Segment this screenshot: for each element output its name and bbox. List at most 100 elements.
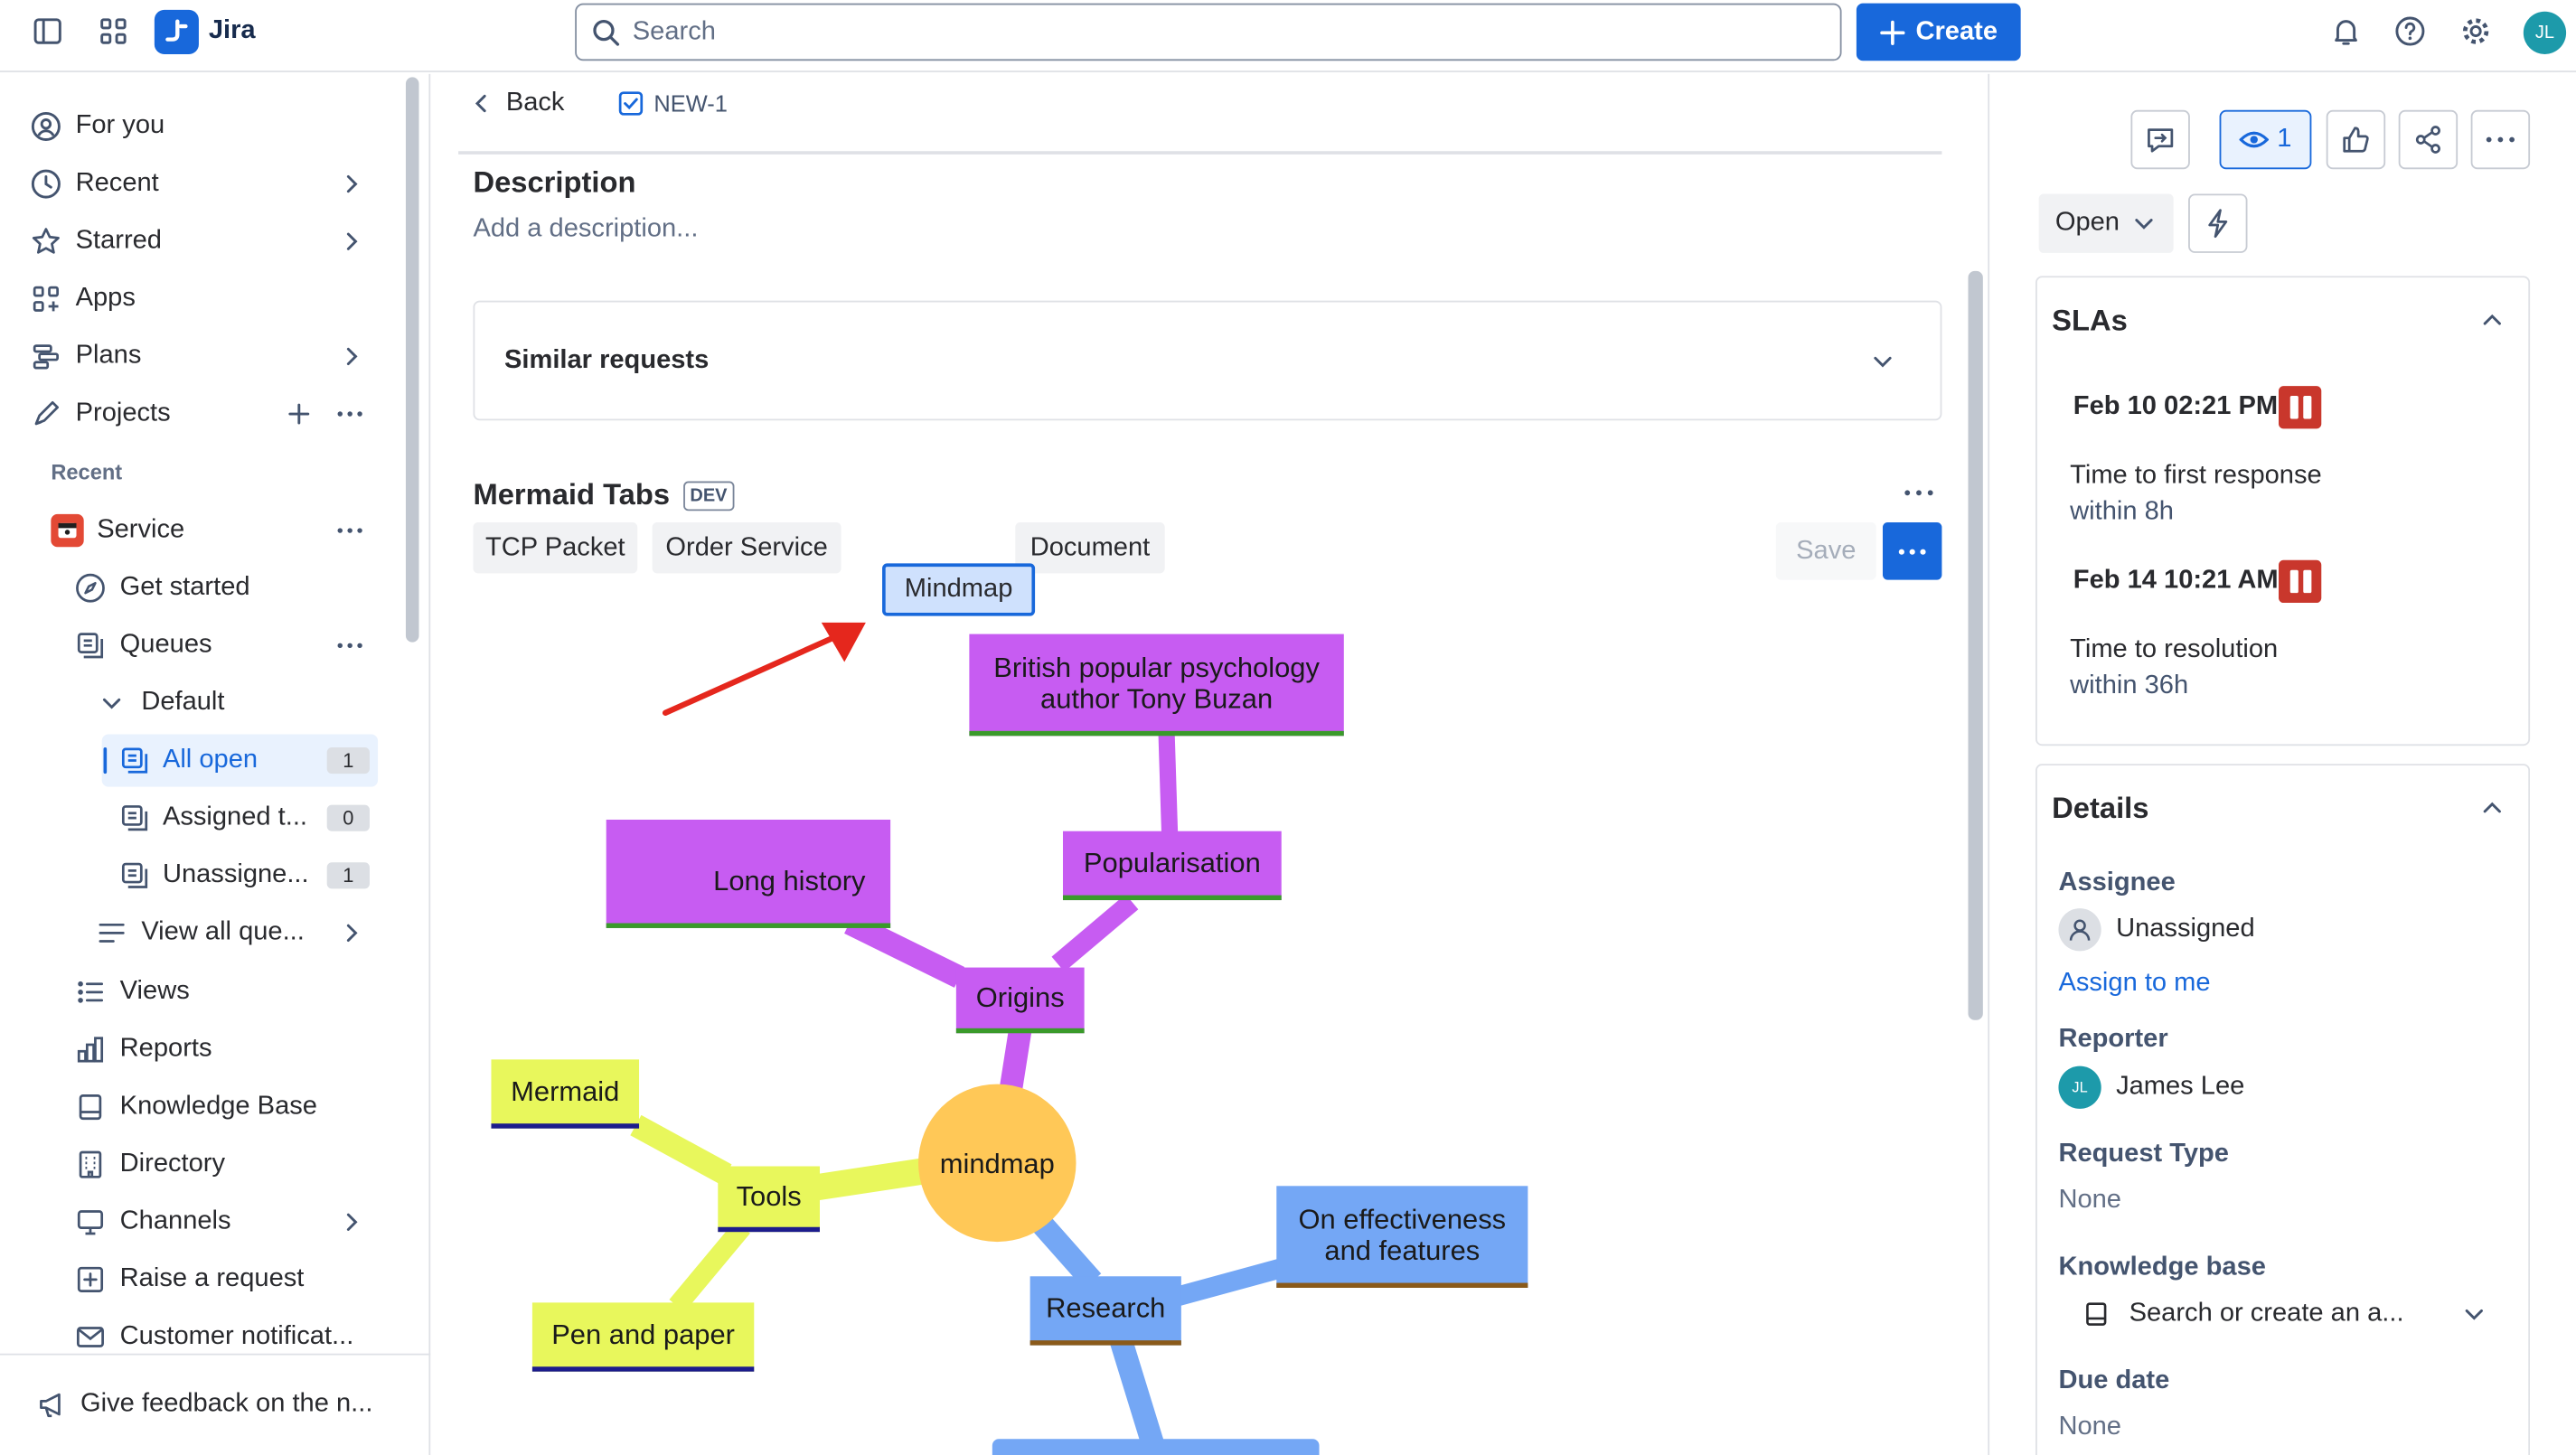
sidebar-item-get-started[interactable]: Get started (0, 562, 394, 615)
user-circle-icon (30, 110, 62, 143)
chevron-right-icon[interactable] (340, 1211, 362, 1234)
tab-tcp-packet[interactable]: TCP Packet (473, 521, 638, 574)
more-options-icon[interactable] (1903, 482, 1935, 504)
assign-to-me-link[interactable]: Assign to me (2058, 969, 2210, 999)
sidebar-item-label: Knowledge Base (119, 1092, 317, 1121)
chevron-up-icon[interactable] (2481, 797, 2504, 820)
back-button[interactable]: Back (470, 89, 564, 118)
settings-gear-icon[interactable] (2453, 8, 2499, 54)
due-date-label: Due date (2058, 1366, 2170, 1395)
top-navigation-bar: Jira Search Create JL (0, 0, 2576, 72)
queue-icon (74, 629, 107, 662)
mindmap-root-node: mindmap (918, 1084, 1076, 1243)
chevron-right-icon[interactable] (340, 230, 362, 252)
search-placeholder: Search (632, 17, 716, 46)
search-icon (593, 19, 620, 46)
vote-button[interactable] (2326, 109, 2386, 170)
chevron-right-icon[interactable] (340, 345, 362, 368)
tab-document[interactable]: Document (1015, 521, 1165, 574)
more-options-icon (2486, 136, 2515, 143)
projects-rocket-icon (30, 398, 62, 430)
details-panel: Details Assignee Unassigned Assign to me… (2035, 764, 2531, 1455)
sidebar-scrollbar[interactable] (405, 77, 419, 643)
automation-button[interactable] (2188, 193, 2248, 253)
compass-icon (74, 572, 107, 605)
sidebar-item-view-all-queues[interactable]: View all que... (0, 906, 394, 959)
sidebar-item-service[interactable]: Service (0, 504, 394, 557)
assignee-value[interactable]: Unassigned (2116, 915, 2255, 944)
sidebar-item-label: Queues (119, 630, 212, 659)
queue-count-badge: 1 (326, 747, 370, 774)
main-scrollbar[interactable] (1968, 270, 1983, 1020)
sidebar-item-recent[interactable]: Recent (0, 157, 394, 210)
sidebar-item-knowledge-base[interactable]: Knowledge Base (0, 1081, 394, 1133)
search-input[interactable]: Search (575, 3, 1842, 61)
tab-order-service[interactable]: Order Service (652, 521, 841, 574)
sidebar-item-default[interactable]: Default (0, 677, 394, 729)
sidebar-item-assigned[interactable]: Assigned t... 0 (0, 792, 394, 844)
feedback-comment-button[interactable] (2130, 109, 2190, 170)
status-value: Open (2054, 208, 2120, 237)
reporter-value[interactable]: James Lee (2116, 1073, 2244, 1103)
sidebar-item-reports[interactable]: Reports (0, 1023, 394, 1075)
chevron-up-icon[interactable] (2481, 309, 2504, 332)
share-button[interactable] (2398, 109, 2458, 170)
issue-key: NEW-1 (653, 89, 728, 117)
notifications-bell-icon[interactable] (2323, 8, 2369, 54)
sidebar-item-customer-notifications[interactable]: Customer notificat... (0, 1310, 394, 1363)
app-switcher-icon[interactable] (90, 8, 136, 54)
sidebar-item-label: Apps (75, 284, 136, 313)
help-icon[interactable] (2387, 8, 2433, 54)
more-actions-button[interactable] (2470, 109, 2531, 170)
sidebar-item-for-you[interactable]: For you (0, 100, 394, 153)
more-options-icon[interactable] (335, 402, 365, 425)
book-icon (2086, 1302, 2107, 1326)
bar-chart-icon (74, 1033, 107, 1065)
sidebar-item-all-open[interactable]: All open 1 (101, 734, 379, 787)
sidebar-toggle-icon[interactable] (24, 8, 71, 54)
lightning-icon (2208, 209, 2228, 239)
chevron-right-icon[interactable] (340, 173, 362, 195)
request-type-value[interactable]: None (2058, 1186, 2121, 1216)
reporter-label: Reporter (2058, 1025, 2168, 1054)
slas-heading: SLAs (2052, 304, 2128, 337)
issue-key-link[interactable]: NEW-1 (617, 90, 728, 117)
megaphone-icon (36, 1388, 69, 1421)
queue-icon (118, 802, 151, 834)
more-options-icon[interactable] (335, 519, 365, 541)
user-avatar[interactable]: JL (2523, 11, 2567, 54)
description-editor[interactable]: Add a description... (473, 215, 698, 245)
sidebar-item-channels[interactable]: Channels (0, 1196, 394, 1248)
header-divider (458, 151, 1942, 155)
mermaid-actions-button[interactable] (1882, 521, 1942, 580)
sidebar-item-raise-request[interactable]: Raise a request (0, 1253, 394, 1306)
sidebar-item-views[interactable]: Views (0, 966, 394, 1018)
jira-logo-icon[interactable] (154, 9, 199, 54)
sla-time: Feb 14 10:21 AM (2073, 567, 2279, 595)
sla-name: Time to resolution (2070, 635, 2279, 664)
chevron-right-icon[interactable] (340, 922, 362, 944)
sidebar-item-projects[interactable]: Projects (0, 388, 394, 440)
tab-mindmap-dragging[interactable]: Mindmap (882, 563, 1036, 616)
add-project-plus-icon[interactable] (287, 402, 310, 425)
app-title[interactable]: Jira (209, 16, 256, 46)
save-button[interactable]: Save (1775, 521, 1876, 580)
sidebar-item-directory[interactable]: Directory (0, 1139, 394, 1191)
more-options-icon[interactable] (335, 634, 365, 657)
sidebar-item-plans[interactable]: Plans (0, 330, 394, 382)
create-button[interactable]: Create (1856, 3, 2021, 61)
sidebar-item-apps[interactable]: Apps (0, 273, 394, 325)
knowledge-base-select[interactable]: Search or create an a... (2058, 1284, 2510, 1343)
similar-requests-panel[interactable]: Similar requests (473, 300, 1942, 421)
give-feedback-button[interactable]: Give feedback on the n... (0, 1378, 394, 1431)
views-list-icon (74, 976, 107, 1009)
sidebar-item-starred[interactable]: Starred (0, 215, 394, 268)
sidebar-item-unassigned[interactable]: Unassigne... 1 (0, 850, 394, 902)
list-lines-icon (95, 916, 127, 949)
mindmap-node-long-history: Long history (606, 819, 891, 928)
sidebar-item-queues[interactable]: Queues (0, 619, 394, 671)
due-date-value[interactable]: None (2058, 1413, 2121, 1442)
sidebar-item-label: View all que... (141, 918, 305, 946)
status-dropdown[interactable]: Open (2038, 193, 2174, 253)
watch-button[interactable]: 1 (2219, 109, 2312, 170)
